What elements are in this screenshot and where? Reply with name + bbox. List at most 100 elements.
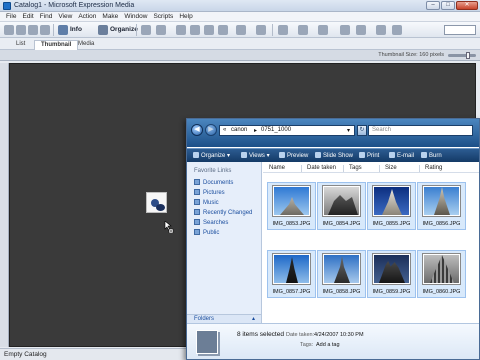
fav-pictures[interactable]: Pictures xyxy=(194,189,225,197)
new-catalog-icon[interactable] xyxy=(4,25,14,35)
import-icon[interactable] xyxy=(190,25,200,35)
file-item[interactable]: IMG_0853.JPG xyxy=(267,182,316,230)
file-name: IMG_0858.JPG xyxy=(322,289,361,295)
fav-searches[interactable]: Searches xyxy=(194,219,228,227)
breadcrumb-canon[interactable]: canon xyxy=(231,127,247,133)
menu-scripts[interactable]: Scripts xyxy=(150,12,176,21)
slide-show-button[interactable]: Slide Show xyxy=(315,152,353,160)
column-size[interactable]: Size xyxy=(385,165,397,171)
organize-menu[interactable]: Organize ▾ xyxy=(193,152,230,160)
web-icon[interactable] xyxy=(340,25,350,35)
print-icon xyxy=(359,152,365,158)
fav-music-label: Music xyxy=(203,200,219,206)
label-icon[interactable] xyxy=(218,25,228,35)
fav-public[interactable]: Public xyxy=(194,229,219,237)
folders-label: Folders xyxy=(194,316,215,322)
catalog-search-input[interactable] xyxy=(444,25,476,35)
file-item[interactable]: IMG_0856.JPG xyxy=(417,182,466,230)
address-dropdown-icon[interactable]: ▾ xyxy=(347,127,350,134)
date-taken-value[interactable]: 4/24/2007 10:30 PM xyxy=(314,332,364,338)
tab-media[interactable]: Media xyxy=(72,40,100,50)
home-icon[interactable] xyxy=(40,25,50,35)
menu-action[interactable]: Action xyxy=(75,12,99,21)
pictures-icon xyxy=(194,189,200,195)
close-button[interactable]: ✕ xyxy=(456,1,478,10)
rotate-icon[interactable] xyxy=(204,25,214,35)
open-icon[interactable] xyxy=(16,25,26,35)
organize-icon[interactable] xyxy=(98,25,108,35)
photo-thumbnail xyxy=(423,254,460,284)
file-item[interactable]: IMG_0858.JPG xyxy=(317,250,366,298)
column-name[interactable]: Name xyxy=(269,165,285,171)
info-button[interactable]: Info xyxy=(70,25,82,35)
burn-icon xyxy=(421,152,427,158)
tags-label: Tags: xyxy=(300,342,314,348)
menu-find[interactable]: Find xyxy=(37,12,56,21)
thumbnail-size-slider[interactable] xyxy=(448,52,476,59)
minimize-button[interactable]: – xyxy=(426,1,440,10)
menu-edit[interactable]: Edit xyxy=(19,12,36,21)
photo-thumbnail xyxy=(273,254,310,284)
column-tags[interactable]: Tags xyxy=(349,165,362,171)
fav-music[interactable]: Music xyxy=(194,199,219,207)
tools-icon[interactable] xyxy=(156,25,166,35)
print-icon[interactable] xyxy=(256,25,266,35)
breadcrumb-separator: ▸ xyxy=(254,128,258,134)
fav-public-label: Public xyxy=(203,230,220,236)
column-date-taken[interactable]: Date taken xyxy=(307,165,336,171)
folder-icon: « xyxy=(223,127,227,133)
settings-icon[interactable] xyxy=(141,25,151,35)
email-button[interactable]: E-mail xyxy=(389,152,414,160)
column-rating[interactable]: Rating xyxy=(425,165,442,171)
fav-documents[interactable]: Documents xyxy=(194,179,233,187)
photo-thumbnail xyxy=(323,186,360,216)
file-item[interactable]: IMG_0855.JPG xyxy=(367,182,416,230)
menu-make[interactable]: Make xyxy=(99,12,121,21)
save-icon[interactable] xyxy=(28,25,38,35)
fav-documents-label: Documents xyxy=(203,180,234,186)
info-icon[interactable] xyxy=(58,25,68,35)
file-name: IMG_0854.JPG xyxy=(322,221,361,227)
file-item[interactable]: IMG_0854.JPG xyxy=(317,182,366,230)
slider-knob[interactable] xyxy=(466,52,470,59)
export-icon[interactable] xyxy=(356,25,366,35)
print-button[interactable]: Print xyxy=(359,152,379,160)
breadcrumb-folder[interactable]: 0751_1000 xyxy=(261,127,291,133)
file-item[interactable]: IMG_0857.JPG xyxy=(267,250,316,298)
back-button[interactable]: ◀ xyxy=(191,124,203,136)
burn-button[interactable]: Burn xyxy=(421,152,442,160)
play-icon[interactable] xyxy=(318,25,328,35)
file-item[interactable]: IMG_0860.JPG xyxy=(417,250,466,298)
pencil-icon[interactable] xyxy=(376,25,386,35)
delete-icon[interactable] xyxy=(176,25,186,35)
explorer-window: ◀ ▶ « canon ▸ 0751_1000 ▾ ↻ Search Organ… xyxy=(186,118,480,360)
view-mode-icon[interactable] xyxy=(278,25,288,35)
add-tag-field[interactable]: Add a tag xyxy=(316,342,340,348)
address-bar[interactable]: « canon ▸ 0751_1000 ▾ xyxy=(219,125,355,136)
menu-bar: File Edit Find View Action Make Window S… xyxy=(0,12,480,22)
burn-label: Burn xyxy=(429,153,442,159)
explorer-search-input[interactable]: Search xyxy=(368,125,473,136)
sort-icon[interactable] xyxy=(236,25,246,35)
refresh-button[interactable]: ↻ xyxy=(357,125,367,136)
tab-list[interactable]: List xyxy=(10,40,31,50)
photo-thumbnail xyxy=(323,254,360,284)
preview-button[interactable]: Preview xyxy=(279,152,308,160)
left-panel-strip[interactable] xyxy=(0,63,9,347)
thumbnail-info-bar: Thumbnail Size: 160 pixels xyxy=(0,50,480,61)
menu-help[interactable]: Help xyxy=(176,12,195,21)
organize-button[interactable]: Organize xyxy=(110,25,138,35)
slide-show-icon xyxy=(315,152,321,158)
menu-file[interactable]: File xyxy=(3,12,19,21)
menu-view[interactable]: View xyxy=(55,12,75,21)
forward-button[interactable]: ▶ xyxy=(205,124,217,136)
views-menu[interactable]: Views ▾ xyxy=(241,152,270,160)
printer-icon[interactable] xyxy=(392,25,402,35)
list-icon[interactable] xyxy=(298,25,308,35)
file-item[interactable]: IMG_0859.JPG xyxy=(367,250,416,298)
menu-window[interactable]: Window xyxy=(121,12,150,21)
maximize-button[interactable]: □ xyxy=(441,1,455,10)
fav-recently-changed[interactable]: Recently Changed xyxy=(194,209,252,217)
column-headers: Name Date taken Tags Size Rating xyxy=(263,164,479,173)
file-name: IMG_0857.JPG xyxy=(272,289,311,295)
